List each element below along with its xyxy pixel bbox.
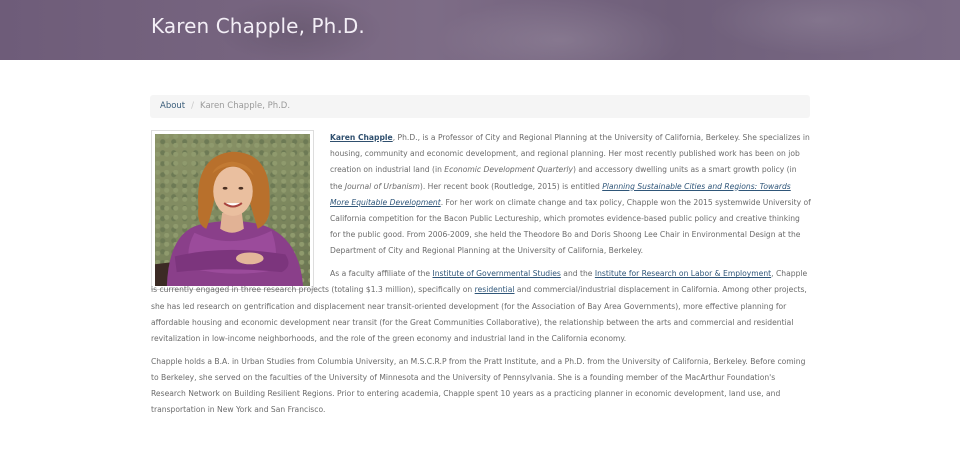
- irle-link[interactable]: Institute for Research on Labor & Employ…: [595, 269, 771, 278]
- journal-title: Journal of Urbanism: [344, 181, 420, 191]
- page-title: Karen Chapple, Ph.D.: [151, 14, 365, 38]
- bio-paragraph-1: Karen Chapple, Ph.D., is a Professor of …: [330, 133, 811, 256]
- faculty-profile-link[interactable]: Karen Chapple: [330, 133, 393, 142]
- banner-background-image: [0, 0, 960, 60]
- breadcrumb-link-about[interactable]: About: [160, 101, 185, 111]
- breadcrumb-separator: /: [191, 101, 195, 111]
- bio-content: Karen Chapple, Ph.D., is a Professor of …: [151, 130, 811, 425]
- breadcrumb-current: Karen Chapple, Ph.D.: [200, 101, 291, 111]
- bio-paragraph-2: As a faculty affiliate of the Institute …: [151, 269, 808, 343]
- journal-title: Economic Development Quarterly: [444, 165, 573, 175]
- breadcrumb: About / Karen Chapple, Ph.D.: [150, 95, 810, 118]
- igs-link[interactable]: Institute of Governmental Studies: [432, 269, 560, 278]
- residential-link[interactable]: residential: [475, 285, 515, 294]
- page-banner: Karen Chapple, Ph.D.: [0, 0, 960, 60]
- bio-paragraph-3: Chapple holds a B.A. in Urban Studies fr…: [151, 356, 806, 415]
